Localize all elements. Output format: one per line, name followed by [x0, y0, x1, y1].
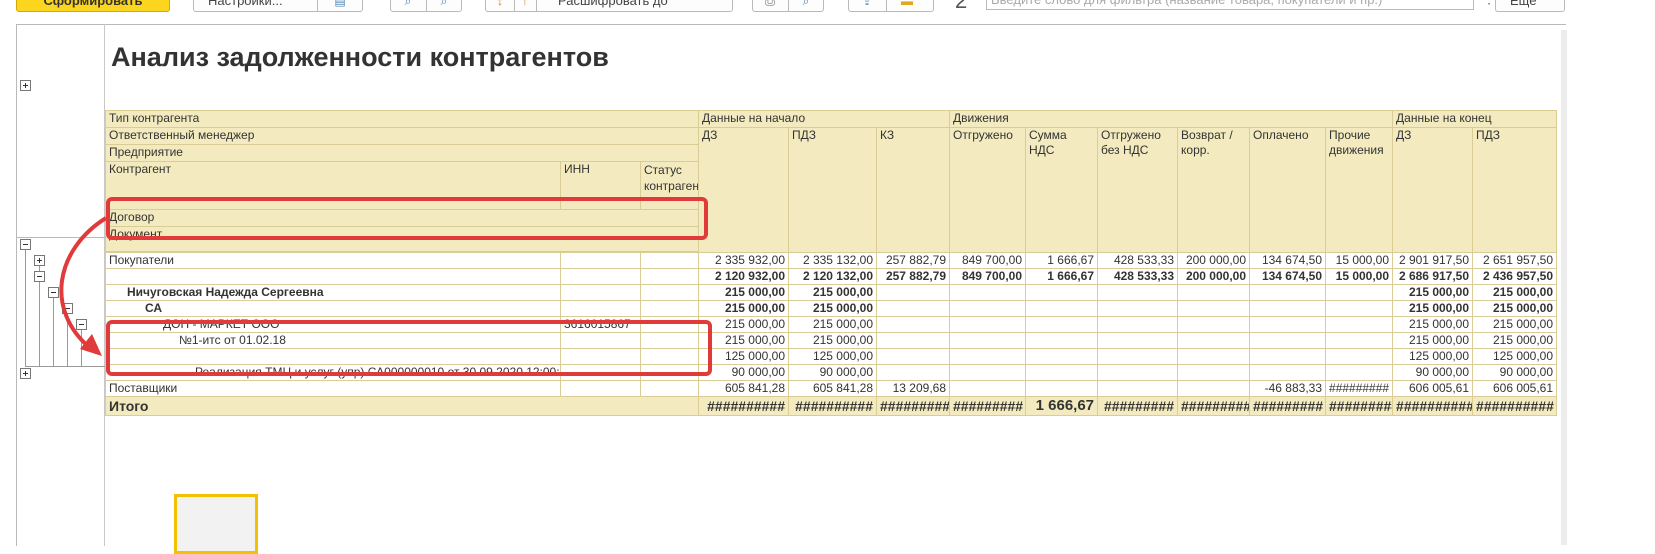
selection-box[interactable] [174, 494, 258, 554]
annotation-arrow [59, 216, 108, 356]
